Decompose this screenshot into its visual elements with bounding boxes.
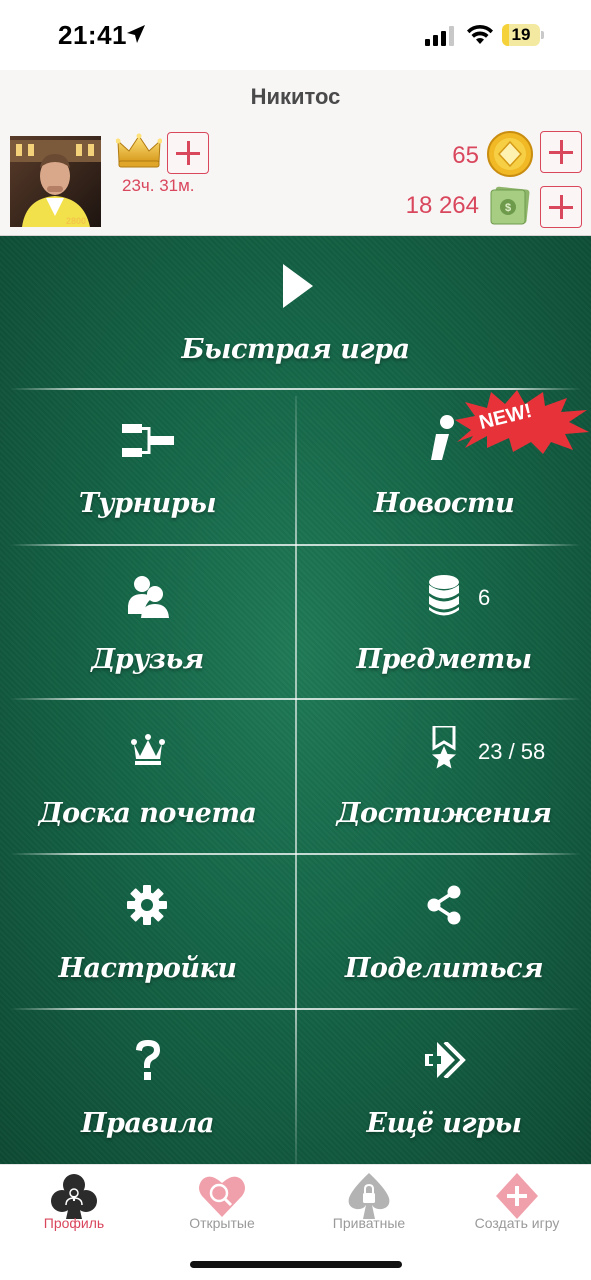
items-count: 6 bbox=[478, 585, 491, 610]
tournaments-label: Турниры bbox=[78, 488, 217, 519]
tab-open-games-label: Открытые bbox=[189, 1215, 255, 1231]
vip-timer: 23ч. 31м. bbox=[122, 176, 195, 195]
more-games-label: Ещё игры bbox=[366, 1108, 522, 1139]
cellular-signal-icon bbox=[425, 26, 454, 46]
achievements-label: Достижения bbox=[336, 798, 552, 829]
tab-create-game[interactable]: Создать игру bbox=[443, 1165, 591, 1245]
diamond-plus-icon bbox=[496, 1173, 538, 1219]
more-games-arrow-icon bbox=[425, 1042, 466, 1078]
news-button[interactable]: NEW! Новости bbox=[297, 390, 591, 544]
coins-balance: 65 bbox=[452, 142, 479, 169]
items-button[interactable]: 6 Предметы bbox=[297, 546, 591, 698]
main-menu: Быстрая игра Турниры NEW! Новости Друзья… bbox=[0, 236, 591, 1164]
news-label: Новости bbox=[373, 488, 515, 519]
battery-icon: 19 bbox=[502, 24, 544, 46]
settings-button[interactable]: Настройки bbox=[0, 855, 295, 1008]
achievement-ribbon-icon bbox=[432, 726, 456, 769]
tournaments-button[interactable]: Турниры bbox=[0, 390, 295, 544]
cash-icon: $ bbox=[490, 186, 530, 225]
tab-create-game-label: Создать игру bbox=[474, 1215, 560, 1231]
money-balance: 18 264 bbox=[405, 192, 479, 219]
news-new-badge: NEW! bbox=[447, 390, 591, 454]
rules-button[interactable]: Правила bbox=[0, 1010, 295, 1164]
items-label: Предметы bbox=[356, 644, 532, 675]
tab-private-games[interactable]: Приватные bbox=[295, 1165, 443, 1245]
wifi-icon bbox=[467, 24, 493, 44]
avatar-badge: 2800 bbox=[66, 216, 87, 226]
leaderboard-button[interactable]: Доска почета bbox=[0, 700, 295, 853]
buy-coins-button[interactable] bbox=[540, 131, 582, 173]
share-button[interactable]: Поделиться bbox=[297, 855, 591, 1008]
gold-coin-icon bbox=[487, 131, 533, 177]
club-profile-icon bbox=[51, 1174, 97, 1219]
player-name: Никитос bbox=[250, 84, 341, 109]
achievements-button[interactable]: 23 / 58 Достижения bbox=[297, 700, 591, 853]
home-indicator[interactable] bbox=[190, 1261, 402, 1268]
status-time: 21:41 bbox=[58, 20, 127, 50]
play-icon bbox=[283, 264, 313, 308]
share-label: Поделиться bbox=[344, 953, 544, 984]
achievements-count: 23 / 58 bbox=[478, 739, 546, 764]
location-arrow-icon bbox=[127, 25, 145, 43]
tab-open-games[interactable]: Открытые bbox=[148, 1165, 296, 1245]
friends-icon bbox=[128, 576, 169, 618]
crown-icon bbox=[131, 734, 165, 765]
tournament-bracket-icon bbox=[122, 424, 174, 457]
status-bar: 21:41 19 bbox=[0, 0, 591, 70]
tab-private-games-label: Приватные bbox=[332, 1215, 406, 1231]
settings-label: Настройки bbox=[58, 953, 237, 984]
battery-level: 19 bbox=[511, 25, 531, 44]
friends-label: Друзья bbox=[91, 644, 204, 675]
quick-play-label: Быстрая игра bbox=[181, 334, 410, 365]
profile-header: Никитос 2800 23ч. 31м. 65 18 264 $ bbox=[0, 70, 591, 236]
quick-play-button[interactable]: Быстрая игра bbox=[0, 236, 591, 388]
avatar[interactable]: 2800 bbox=[10, 136, 101, 227]
vip-crown-icon[interactable] bbox=[116, 132, 162, 170]
rules-label: Правила bbox=[80, 1108, 215, 1139]
tab-profile-label: Профиль bbox=[43, 1215, 105, 1231]
question-mark-icon bbox=[136, 1040, 160, 1080]
heart-search-icon bbox=[199, 1176, 245, 1217]
tab-profile[interactable]: Профиль bbox=[0, 1165, 148, 1245]
more-games-button[interactable]: Ещё игры bbox=[297, 1010, 591, 1164]
spade-lock-icon bbox=[348, 1173, 390, 1219]
chips-stack-icon bbox=[429, 575, 459, 616]
svg-text:$: $ bbox=[505, 202, 511, 214]
gear-icon bbox=[127, 885, 167, 925]
friends-button[interactable]: Друзья bbox=[0, 546, 295, 698]
leaderboard-label: Доска почета bbox=[38, 798, 257, 829]
buy-money-button[interactable] bbox=[540, 186, 582, 228]
buy-vip-button[interactable] bbox=[167, 132, 209, 174]
share-icon bbox=[427, 885, 461, 925]
